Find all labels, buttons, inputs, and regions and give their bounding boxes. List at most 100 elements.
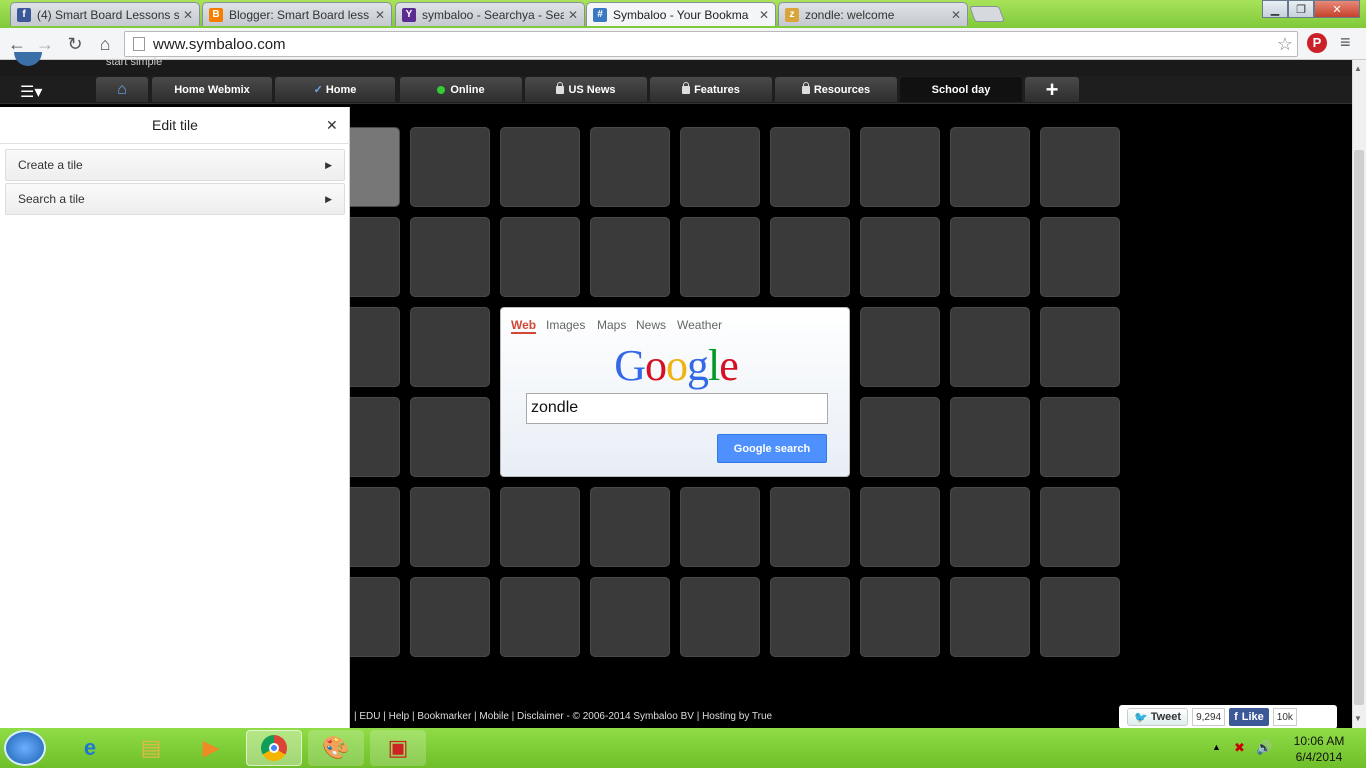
tile[interactable] <box>680 217 760 297</box>
chrome-icon[interactable] <box>246 730 302 766</box>
scroll-up-icon[interactable]: ▲ <box>1354 64 1362 73</box>
browser-tab[interactable]: z zondle: welcome ✕ <box>778 2 968 26</box>
tile[interactable] <box>770 577 850 657</box>
tab-resources[interactable]: Resources <box>775 77 897 102</box>
google-tab-web[interactable]: Web <box>511 318 537 334</box>
google-tab-maps[interactable]: Maps <box>597 318 626 332</box>
tab-close-icon[interactable]: ✕ <box>568 8 578 22</box>
browser-tab[interactable]: # Symbaloo - Your Bookma ✕ <box>586 2 776 26</box>
address-bar[interactable]: www.symbaloo.com ☆ <box>124 31 1298 57</box>
tile[interactable] <box>950 577 1030 657</box>
tile[interactable] <box>500 217 580 297</box>
tile[interactable] <box>1040 127 1120 207</box>
paint-icon[interactable]: 🎨 <box>308 730 364 766</box>
home-tab-icon[interactable]: ⌂ <box>96 77 148 102</box>
facebook-like-button[interactable]: f Like <box>1229 708 1269 726</box>
tile[interactable] <box>950 217 1030 297</box>
tile[interactable] <box>500 127 580 207</box>
tile[interactable] <box>590 577 670 657</box>
tile[interactable] <box>860 127 940 207</box>
tile[interactable] <box>1040 577 1120 657</box>
google-search-button[interactable]: Google search <box>717 434 827 463</box>
tile[interactable] <box>500 577 580 657</box>
internet-explorer-icon[interactable]: e <box>62 730 118 766</box>
tile[interactable] <box>950 487 1030 567</box>
tab-school-day[interactable]: School day <box>900 77 1022 102</box>
tweet-button[interactable]: 🐦 Tweet <box>1127 708 1189 726</box>
check-icon: ✓ <box>313 84 323 96</box>
tile[interactable] <box>410 307 490 387</box>
menu-icon[interactable]: ≡ <box>1340 32 1351 53</box>
tile[interactable] <box>770 127 850 207</box>
browser-tab[interactable]: f (4) Smart Board Lessons sl ✕ <box>10 2 200 26</box>
minimize-button[interactable]: ▁ <box>1262 0 1288 18</box>
tile[interactable] <box>410 487 490 567</box>
tile[interactable] <box>680 487 760 567</box>
close-icon[interactable]: ✕ <box>326 117 338 134</box>
tile[interactable] <box>950 397 1030 477</box>
tile[interactable] <box>860 397 940 477</box>
tile[interactable] <box>860 307 940 387</box>
tile[interactable] <box>860 577 940 657</box>
tab-close-icon[interactable]: ✕ <box>759 8 769 22</box>
footer-links[interactable]: | EDU | Help | Bookmarker | Mobile | Dis… <box>354 711 772 722</box>
maximize-button[interactable]: ❐ <box>1288 0 1314 18</box>
create-tile-item[interactable]: Create a tile ▶ <box>5 149 345 181</box>
tab-close-icon[interactable]: ✕ <box>375 8 385 22</box>
tab-home-webmix[interactable]: Home Webmix <box>152 77 272 102</box>
scrollbar-thumb[interactable] <box>1354 150 1364 705</box>
new-tab-button[interactable] <box>969 6 1005 22</box>
tweet-label: Tweet <box>1150 711 1182 723</box>
start-button[interactable] <box>4 730 46 766</box>
tab-home[interactable]: ✓ Home <box>275 77 395 102</box>
tab-close-icon[interactable]: ✕ <box>951 8 961 22</box>
add-tab-plus-icon[interactable]: + <box>1025 77 1079 102</box>
tile[interactable] <box>1040 307 1120 387</box>
tile[interactable] <box>1040 217 1120 297</box>
tile[interactable] <box>410 397 490 477</box>
reload-icon[interactable]: ↻ <box>62 31 88 57</box>
search-tile-item[interactable]: Search a tile ▶ <box>5 183 345 215</box>
taskbar-clock[interactable]: 10:06 AM 6/4/2014 <box>1284 733 1354 765</box>
tile[interactable] <box>1040 487 1120 567</box>
tile[interactable] <box>770 487 850 567</box>
tab-close-icon[interactable]: ✕ <box>183 8 193 22</box>
tab-online[interactable]: Online <box>400 77 522 102</box>
tile[interactable] <box>950 307 1030 387</box>
google-tab-images[interactable]: Images <box>546 318 585 332</box>
symbaloo-icon: # <box>593 7 607 22</box>
star-icon[interactable]: ☆ <box>1277 34 1293 55</box>
tile[interactable] <box>410 217 490 297</box>
tile[interactable] <box>860 487 940 567</box>
network-status-icon[interactable]: ✖ <box>1234 740 1245 756</box>
file-explorer-icon[interactable]: ▤ <box>123 730 179 766</box>
volume-icon[interactable]: 🔊 <box>1256 740 1272 756</box>
tile[interactable] <box>410 577 490 657</box>
tile[interactable] <box>770 217 850 297</box>
browser-tab[interactable]: Ysymbaloo - Searchya - Sea ✕ <box>395 2 585 26</box>
tile[interactable] <box>680 127 760 207</box>
tile[interactable] <box>1040 397 1120 477</box>
tile[interactable] <box>680 577 760 657</box>
tile[interactable] <box>590 487 670 567</box>
presentation-app-icon[interactable]: ▣ <box>370 730 426 766</box>
tray-arrow-icon[interactable]: ▲ <box>1212 742 1221 752</box>
scroll-down-icon[interactable]: ▼ <box>1354 714 1362 723</box>
tile[interactable] <box>500 487 580 567</box>
media-player-icon[interactable]: ▶ <box>183 730 239 766</box>
tab-features[interactable]: Features <box>650 77 772 102</box>
browser-tab[interactable]: B Blogger: Smart Board less ✕ <box>202 2 392 26</box>
home-icon[interactable]: ⌂ <box>92 31 118 57</box>
pinterest-icon[interactable]: P <box>1307 33 1327 53</box>
tab-us-news[interactable]: US News <box>525 77 647 102</box>
google-search-input[interactable]: zondle <box>526 393 828 424</box>
tile[interactable] <box>590 127 670 207</box>
google-tab-news[interactable]: News <box>636 318 666 332</box>
list-menu-icon[interactable]: ☰▾ <box>20 82 42 102</box>
tile[interactable] <box>410 127 490 207</box>
close-window-button[interactable]: ✕ <box>1314 0 1360 18</box>
tile[interactable] <box>590 217 670 297</box>
google-tab-weather[interactable]: Weather <box>677 318 722 332</box>
tile[interactable] <box>950 127 1030 207</box>
tile[interactable] <box>860 217 940 297</box>
